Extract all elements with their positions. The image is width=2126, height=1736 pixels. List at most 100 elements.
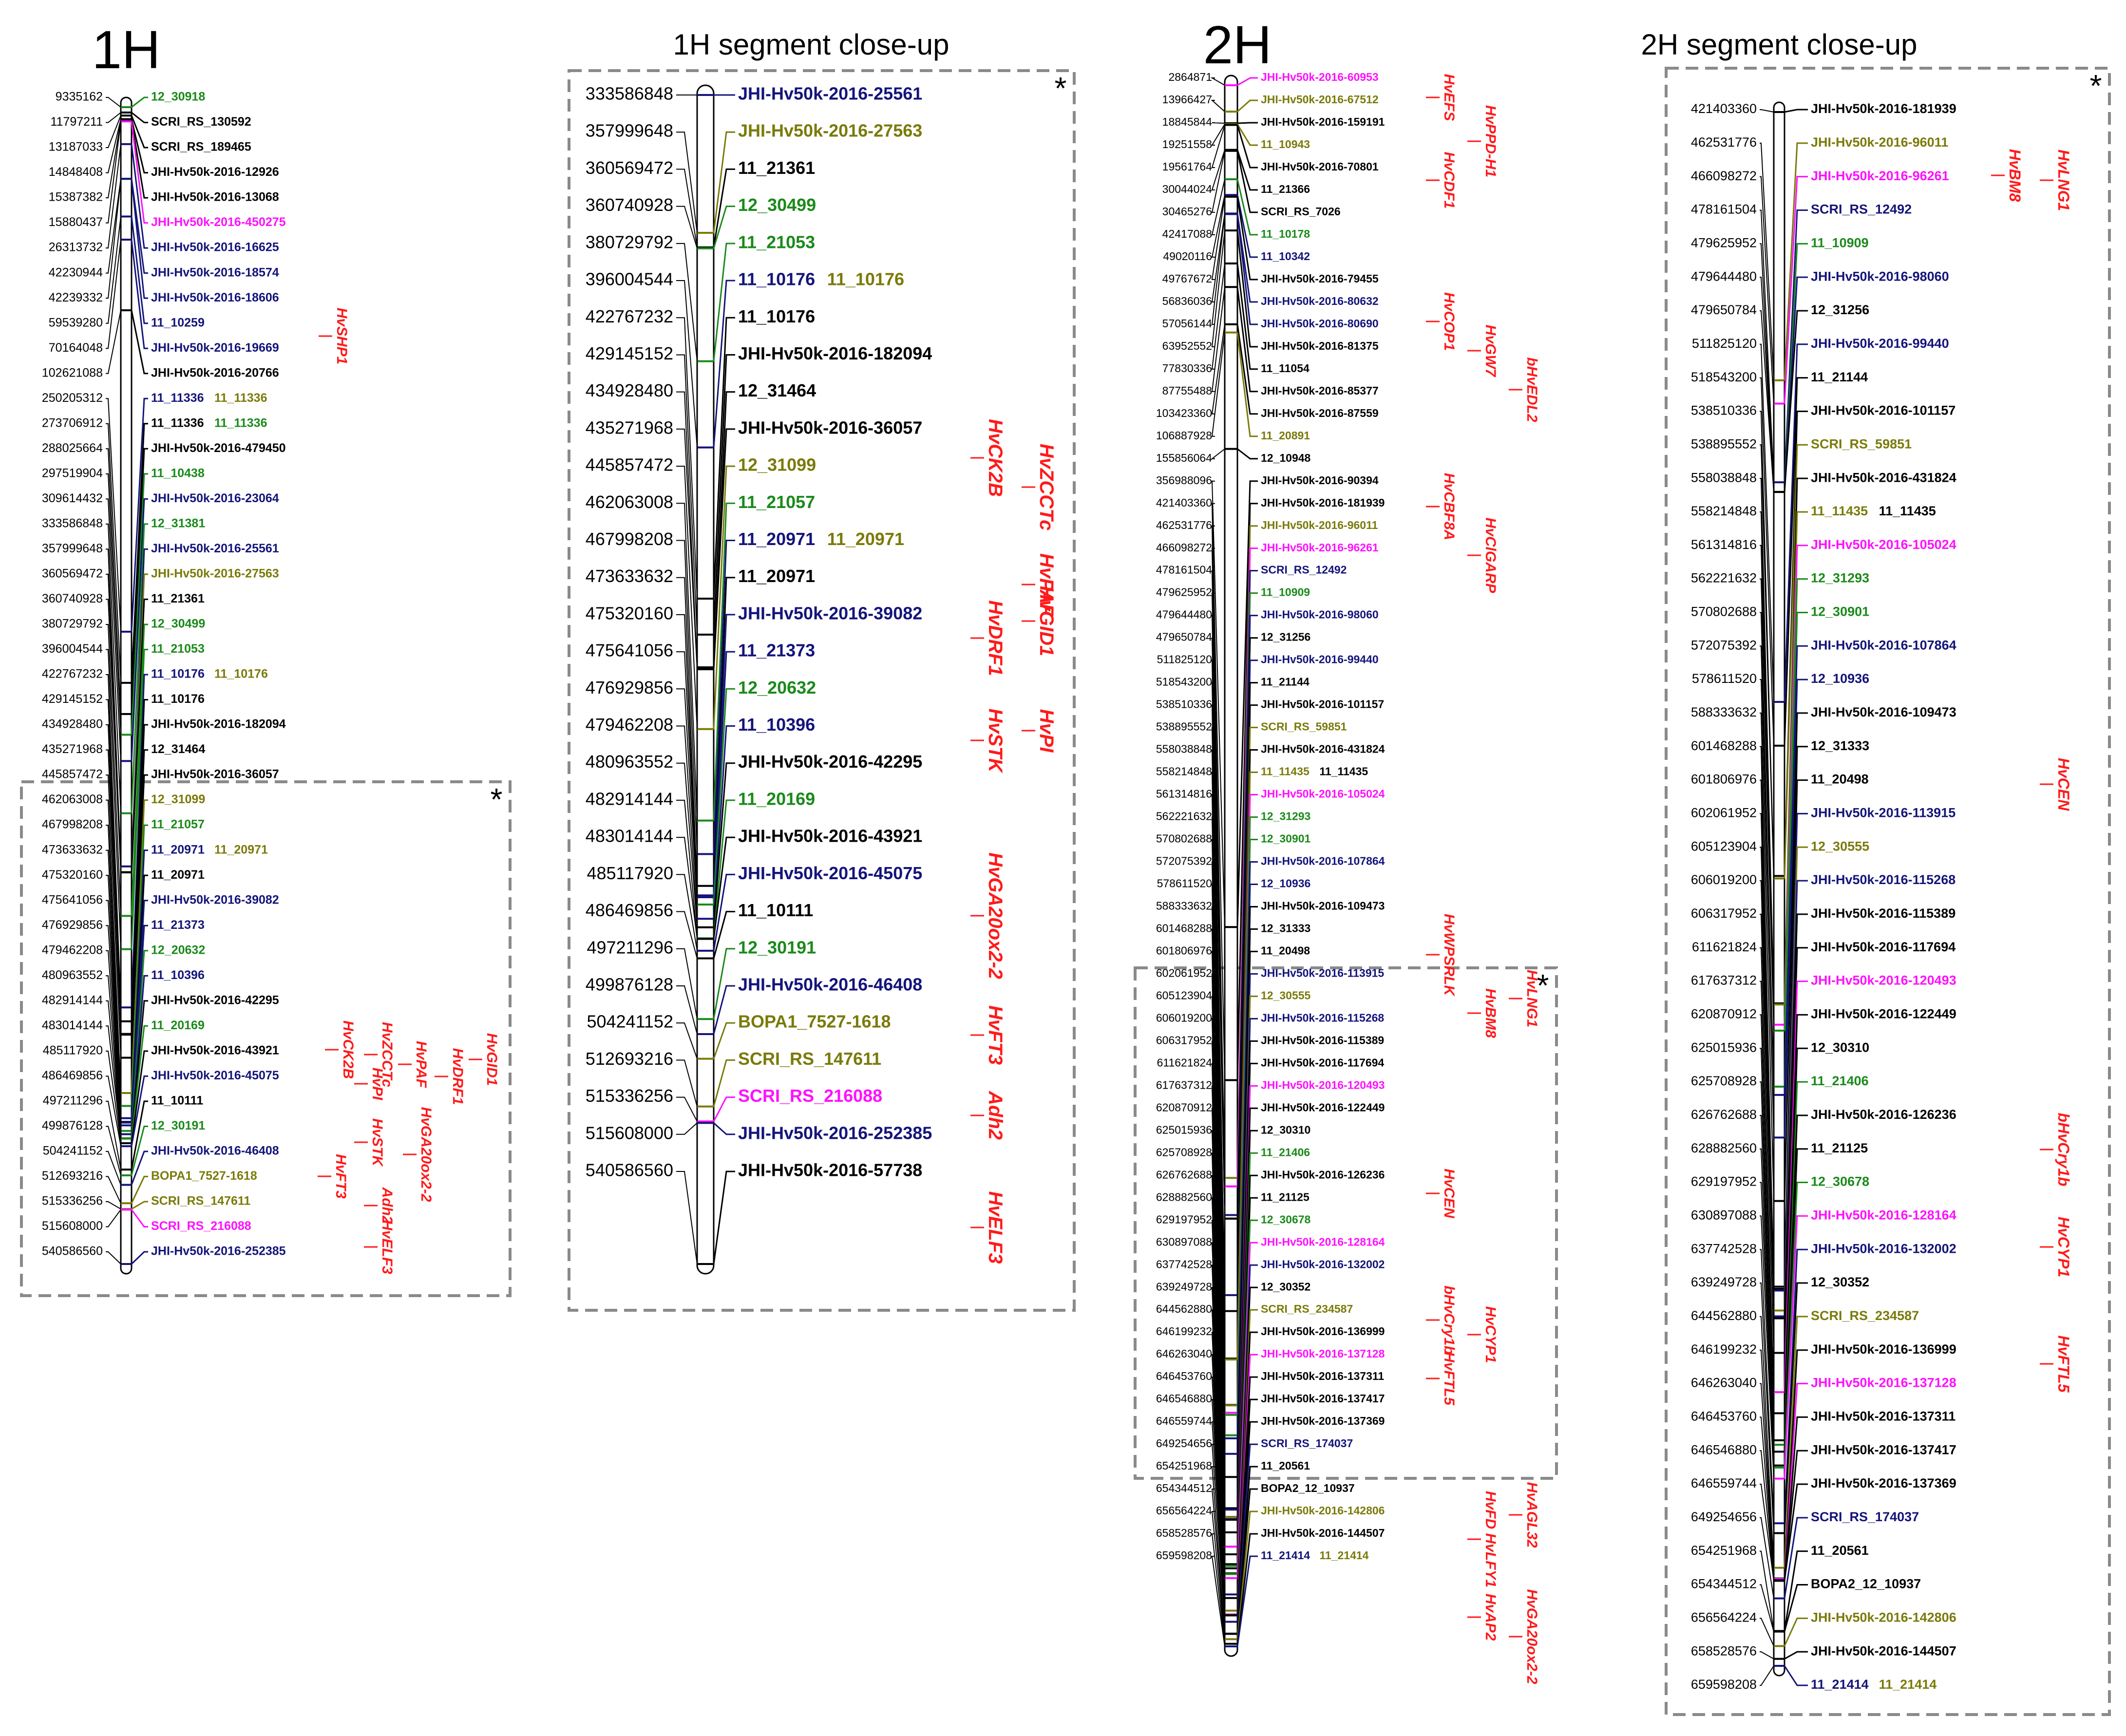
marker-label: 11_21406: [1261, 1146, 1310, 1158]
marker-label: SCRI_RS_59851: [1811, 436, 1912, 451]
marker-position: 504241152: [587, 1012, 673, 1032]
marker-position: 467998208: [586, 529, 673, 549]
marker-connector: [131, 310, 148, 375]
marker-label-extra: 11_11435: [1319, 765, 1368, 778]
marker-position: 511825120: [1692, 336, 1757, 351]
marker-label: 11_20561: [1261, 1459, 1310, 1472]
marker-position: 479650784: [1156, 631, 1212, 643]
marker-label: 11_10909: [1261, 586, 1310, 599]
marker-position: 646263040: [1691, 1376, 1757, 1390]
panel-1: 1H * 9335162 12_30918 11797211 SCRI_RS_130592…: [20, 20, 512, 1297]
marker-label: JHI-Hv50k-2016-120493: [1811, 973, 1956, 988]
marker-label: 11_11435: [1261, 765, 1310, 778]
marker-position: 606019200: [1691, 872, 1757, 887]
marker-position: 518543200: [1156, 676, 1212, 688]
position-connector: [1211, 332, 1225, 437]
marker-position: 558214848: [1691, 504, 1757, 518]
marker-position: 333586848: [586, 84, 673, 104]
position-connector: [106, 1209, 121, 1227]
marker-label: JHI-Hv50k-2016-137128: [1811, 1376, 1956, 1390]
marker-label: JHI-Hv50k-2016-107864: [1811, 638, 1956, 652]
marker-label: 11_10176: [151, 692, 205, 706]
marker-label: 11_21414: [1811, 1677, 1869, 1692]
marker-label: SCRI_RS_12492: [1261, 564, 1347, 576]
marker-label: 11_20971: [151, 868, 205, 882]
marker-label: 11_10111: [738, 900, 813, 920]
marker-position: 625708928: [1156, 1146, 1212, 1158]
marker-position: 649254656: [1691, 1510, 1757, 1524]
marker-label: JHI-Hv50k-2016-122449: [1261, 1101, 1385, 1113]
marker-label: JHI-Hv50k-2016-13068: [151, 190, 279, 204]
chromosome-bar: [1224, 75, 1238, 1657]
marker-label: 11_10259: [151, 316, 205, 329]
marker-position: 466098272: [1691, 169, 1757, 183]
gene-label: HvWPSRLK: [1441, 914, 1457, 997]
marker-position: 475641056: [586, 641, 673, 660]
marker-position: 486469856: [42, 1069, 103, 1082]
marker-position: 478161504: [1156, 564, 1212, 576]
marker-position: 601806976: [1691, 772, 1757, 787]
marker-label: 12_31099: [738, 455, 816, 475]
marker-label: JHI-Hv50k-2016-113915: [1261, 966, 1384, 979]
marker-position: 30465276: [1162, 205, 1212, 218]
marker-position: 558038848: [1691, 470, 1757, 485]
marker-label: 11_11336: [151, 416, 204, 430]
marker-position: 476929856: [42, 918, 103, 932]
marker-position: 422767232: [42, 667, 103, 681]
gene-label: HvFTL5: [1441, 1352, 1457, 1406]
marker-label: 11_10909: [1811, 235, 1869, 250]
marker-label: SCRI_RS_147611: [738, 1049, 881, 1069]
gene-label: HvZCCTc: [1036, 444, 1057, 531]
marker-label-extra: 11_20971: [827, 529, 904, 549]
marker-position: 602061952: [1156, 966, 1212, 979]
marker-label: 12_30901: [1811, 604, 1869, 619]
marker-position: 42239332: [49, 291, 103, 304]
position-connector: [676, 911, 698, 959]
marker-label: JHI-Hv50k-2016-42295: [738, 752, 922, 772]
gene-label: HvGID1: [484, 1033, 500, 1086]
marker-label: JHI-Hv50k-2016-23064: [151, 491, 279, 505]
marker-position: 561314816: [1156, 788, 1212, 800]
gene-label: HvFD HvLFY1: [1482, 1491, 1499, 1587]
marker-label: 12_31099: [151, 793, 205, 806]
marker-label: 12_10948: [1261, 452, 1311, 464]
position-connector: [106, 1251, 121, 1264]
marker-position: 26313732: [49, 241, 103, 254]
gene-label: HvDRF1: [450, 1048, 466, 1105]
marker-label: JHI-Hv50k-2016-137417: [1261, 1392, 1385, 1405]
marker-position: 479644480: [1691, 269, 1757, 283]
gene-label: HvDRF1: [985, 600, 1006, 676]
gene-label: HvCK2B: [340, 1020, 356, 1079]
marker-position: 606317952: [1691, 906, 1757, 921]
marker-label: JHI-Hv50k-2016-81375: [1261, 340, 1379, 352]
marker-position: 578611520: [1692, 671, 1757, 686]
marker-label: SCRI_RS_234587: [1811, 1308, 1919, 1323]
marker-position: 658528576: [1691, 1643, 1757, 1658]
marker-label: SCRI_RS_7026: [1261, 205, 1341, 218]
gene-label: HvFT3: [333, 1154, 349, 1199]
marker-label: JHI-Hv50k-2016-115389: [1811, 906, 1955, 921]
marker-label: JHI-Hv50k-2016-79455: [1261, 272, 1379, 285]
marker-position: 9335162: [56, 90, 103, 104]
marker-label: JHI-Hv50k-2016-27563: [151, 567, 279, 581]
marker-label: SCRI_RS_59851: [1261, 720, 1347, 733]
gene-label: HvFT3: [985, 1005, 1006, 1065]
marker-position: 13187033: [49, 140, 103, 154]
marker-label: 11_21125: [1811, 1141, 1868, 1155]
marker-label: 12_30352: [1261, 1280, 1310, 1293]
marker-label: JHI-Hv50k-2016-137128: [1261, 1347, 1385, 1360]
marker-label: JHI-Hv50k-2016-80690: [1261, 317, 1379, 330]
marker-position: 87755488: [1162, 384, 1212, 397]
marker-label: JHI-Hv50k-2016-159191: [1261, 115, 1385, 128]
marker-label: JHI-Hv50k-2016-43921: [151, 1043, 279, 1057]
marker-position: 588333632: [1156, 900, 1212, 912]
marker-position: 659598208: [1691, 1677, 1757, 1692]
marker-label: 12_30499: [151, 617, 205, 631]
position-connector: [106, 97, 121, 108]
marker-label: 11_21053: [738, 232, 815, 252]
marker-position: 659598208: [1156, 1549, 1212, 1562]
marker-position: 475641056: [42, 893, 103, 906]
marker-position: 637742528: [1156, 1258, 1212, 1270]
marker-label: JHI-Hv50k-2016-144507: [1261, 1527, 1385, 1539]
marker-label: JHI-Hv50k-2016-25561: [738, 84, 922, 104]
